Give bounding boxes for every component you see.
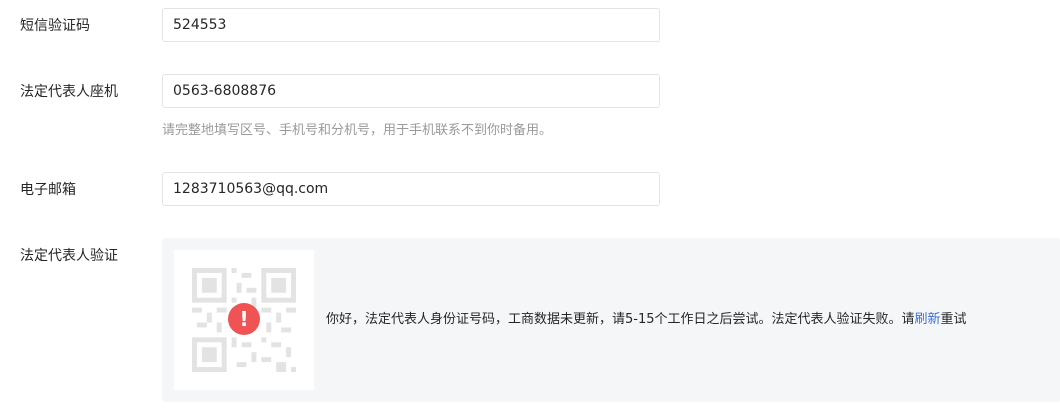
email-input[interactable] [163,173,659,205]
error-icon: ! [228,303,260,335]
landline-label: 法定代表人座机 [20,84,118,100]
landline-hint: 请完整地填写区号、手机号和分机号，用于手机联系不到你时备用。 [162,123,553,138]
email-field[interactable] [162,172,660,206]
refresh-link[interactable]: 刷新 [915,312,941,327]
verification-panel: ! 你好，法定代表人身份证号码，工商数据未更新，请5-15个工作日之后尝试。法定… [162,238,1060,402]
email-label: 电子邮箱 [20,182,76,198]
verification-message-suffix: 重试 [940,312,967,327]
qr-code-box: ! [174,250,314,390]
sms-code-input[interactable] [163,9,659,41]
sms-code-label: 短信验证码 [20,18,90,34]
sms-code-field[interactable] [162,8,660,42]
verification-message-text: 你好，法定代表人身份证号码，工商数据未更新，请5-15个工作日之后尝试。法定代表… [326,312,915,327]
verification-message: 你好，法定代表人身份证号码，工商数据未更新，请5-15个工作日之后尝试。法定代表… [326,310,967,330]
landline-input[interactable] [163,75,659,107]
landline-field[interactable] [162,74,660,108]
verification-label: 法定代表人验证 [20,248,118,264]
